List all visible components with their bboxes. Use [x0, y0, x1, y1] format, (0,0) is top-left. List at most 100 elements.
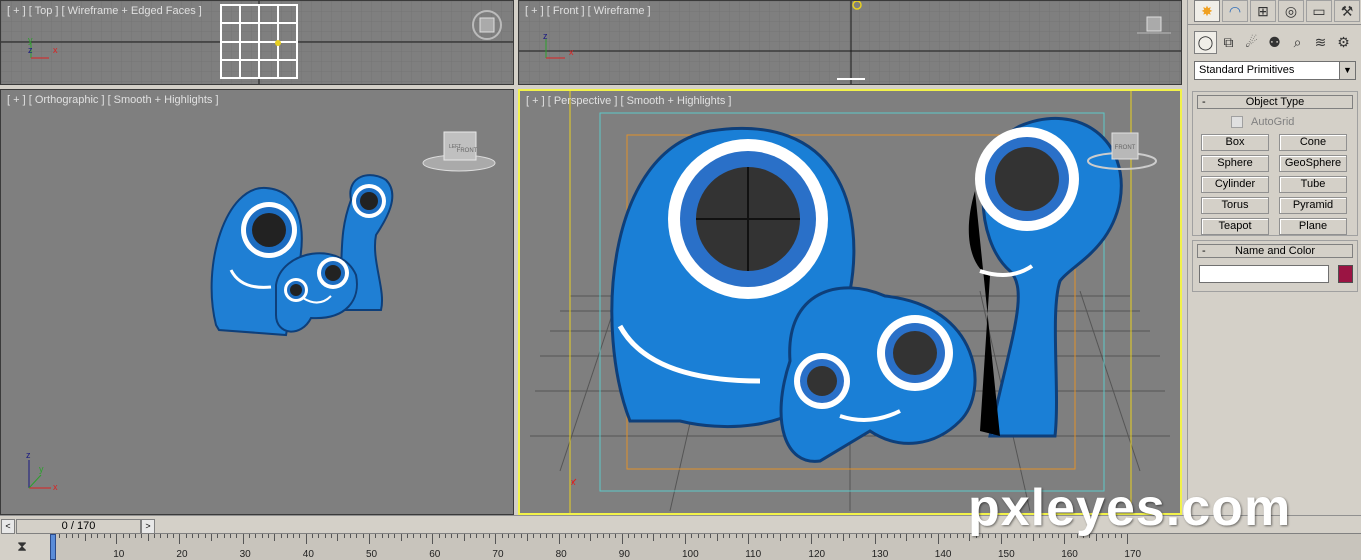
chevron-down-icon[interactable]: ▼ [1339, 62, 1355, 79]
collapse-icon: - [1202, 96, 1206, 108]
time-slider[interactable]: 0 / 170 [16, 519, 141, 534]
ruler-tick [400, 534, 402, 541]
pyramid-button[interactable]: Pyramid [1279, 197, 1347, 214]
ruler-tick [741, 534, 743, 538]
ruler-tick [893, 534, 895, 538]
ruler-tick [198, 534, 200, 538]
current-frame-marker[interactable] [50, 534, 56, 560]
sphere-button[interactable]: Sphere [1201, 155, 1269, 172]
axis-x-label: x [569, 47, 574, 57]
ruler-tick [792, 534, 794, 538]
time-next-button[interactable]: > [141, 519, 155, 534]
ruler-tick [786, 534, 788, 538]
ruler-tick [634, 534, 636, 538]
viewport-perspective-label[interactable]: [ + ] [ Perspective ] [ Smooth + Highlig… [526, 95, 731, 107]
ruler-tick [229, 534, 231, 538]
geometry-icon: ◯ [1197, 34, 1214, 50]
category-dropdown[interactable]: Standard Primitives ▼ [1194, 61, 1356, 80]
ruler-tick [912, 534, 914, 538]
name-and-color-header[interactable]: - Name and Color [1197, 244, 1353, 258]
ruler-tick [495, 534, 497, 544]
ruler-tick [925, 534, 927, 538]
viewport-top[interactable]: [ + ] [ Top ] [ Wireframe + Edged Faces … [0, 0, 514, 85]
collapse-icon: - [1202, 245, 1206, 257]
ruler-tick-label: 70 [492, 549, 504, 560]
ruler-tick-label: 140 [934, 549, 952, 560]
box-button[interactable]: Box [1201, 134, 1269, 151]
autogrid-checkbox[interactable] [1231, 116, 1243, 128]
time-prev-button[interactable]: < [1, 519, 15, 534]
create-tab[interactable]: ✸ [1194, 0, 1220, 22]
object-name-input[interactable] [1199, 265, 1329, 283]
axis-z-label: z [543, 31, 548, 41]
viewport-perspective[interactable]: FRONT [ + ] [ Perspective ] [ Smooth + H… [518, 89, 1182, 515]
ruler-tick [248, 534, 250, 538]
object-color-swatch[interactable] [1338, 265, 1353, 283]
ruler-tick [293, 534, 295, 538]
axis-x-label: x [571, 477, 576, 487]
ruler-tick [937, 534, 939, 544]
ruler-tick [678, 534, 680, 538]
ortho-scene: FRONT LEFT [28, 131, 496, 489]
ruler-tick [748, 534, 750, 544]
ruler-tick [217, 534, 219, 538]
ruler-tick [432, 534, 434, 544]
viewport-front[interactable]: [ + ] [ Front ] [ Wireframe ] z x [518, 0, 1182, 85]
axis-x-label: x [53, 482, 58, 492]
ruler-tick [413, 534, 415, 538]
motion-tab[interactable]: ◎ [1278, 0, 1304, 22]
teapot-button[interactable]: Teapot [1201, 218, 1269, 235]
ruler-tick [545, 534, 547, 538]
viewport-orthographic[interactable]: FRONT LEFT [ + ] [ Orthographic ] [ Smoo… [0, 89, 514, 515]
ruler-tick [836, 534, 838, 538]
ruler-tick [457, 534, 459, 538]
autogrid-row: AutoGrid [1193, 112, 1357, 130]
plane-button[interactable]: Plane [1279, 218, 1347, 235]
ruler-tick [760, 534, 762, 538]
geometry-subtab[interactable]: ◯ [1194, 31, 1217, 54]
ruler-tick [173, 534, 175, 538]
viewport-front-label[interactable]: [ + ] [ Front ] [ Wireframe ] [525, 5, 651, 17]
ruler-tick [773, 534, 775, 538]
ruler-tick [571, 534, 573, 538]
ruler-tick [451, 534, 453, 538]
shapes-subtab[interactable]: ⧉ [1217, 31, 1240, 54]
viewport-top-label[interactable]: [ + ] [ Top ] [ Wireframe + Edged Faces … [7, 5, 202, 17]
utilities-tab[interactable]: ⚒ [1334, 0, 1360, 22]
ruler-tick [179, 534, 181, 544]
ruler-tick [849, 534, 851, 538]
torus-button[interactable]: Torus [1201, 197, 1269, 214]
ruler-tick [722, 534, 724, 538]
display-tab[interactable]: ▭ [1306, 0, 1332, 22]
ruler-tick [508, 534, 510, 538]
object-type-header[interactable]: - Object Type [1197, 95, 1353, 109]
ruler-tick [274, 534, 276, 541]
cylinder-button[interactable]: Cylinder [1201, 176, 1269, 193]
ruler-tick [362, 534, 364, 538]
axis-x-label: x [53, 45, 58, 55]
cameras-subtab[interactable]: ⚉ [1263, 31, 1286, 54]
axis-z-label: z [26, 450, 31, 460]
ruler-tick [103, 534, 105, 538]
helpers-subtab[interactable]: ⌕ [1286, 31, 1309, 54]
systems-subtab[interactable]: ⚙ [1332, 31, 1355, 54]
lights-subtab[interactable]: ☄ [1240, 31, 1263, 54]
axis-z-label: z [28, 45, 33, 55]
trackbar-toggle[interactable]: ⧗ [9, 538, 35, 558]
ruler-tick [918, 534, 920, 538]
ruler-tick [312, 534, 314, 538]
tube-button[interactable]: Tube [1279, 176, 1347, 193]
ruler-tick [843, 534, 844, 541]
ruler-tick [242, 534, 244, 544]
cone-button[interactable]: Cone [1279, 134, 1347, 151]
ruler-tick [805, 534, 807, 538]
ruler-tick [387, 534, 389, 538]
modify-tab[interactable]: ◠ [1222, 0, 1248, 22]
viewport-orthographic-label[interactable]: [ + ] [ Orthographic ] [ Smooth + Highli… [7, 94, 219, 106]
geosphere-button[interactable]: GeoSphere [1279, 155, 1347, 172]
axis-y-label: y [39, 464, 44, 474]
ruler-tick [369, 534, 370, 544]
object-type-title: Object Type [1245, 96, 1305, 108]
spacewarps-subtab[interactable]: ≋ [1309, 31, 1332, 54]
hierarchy-tab[interactable]: ⊞ [1250, 0, 1276, 22]
